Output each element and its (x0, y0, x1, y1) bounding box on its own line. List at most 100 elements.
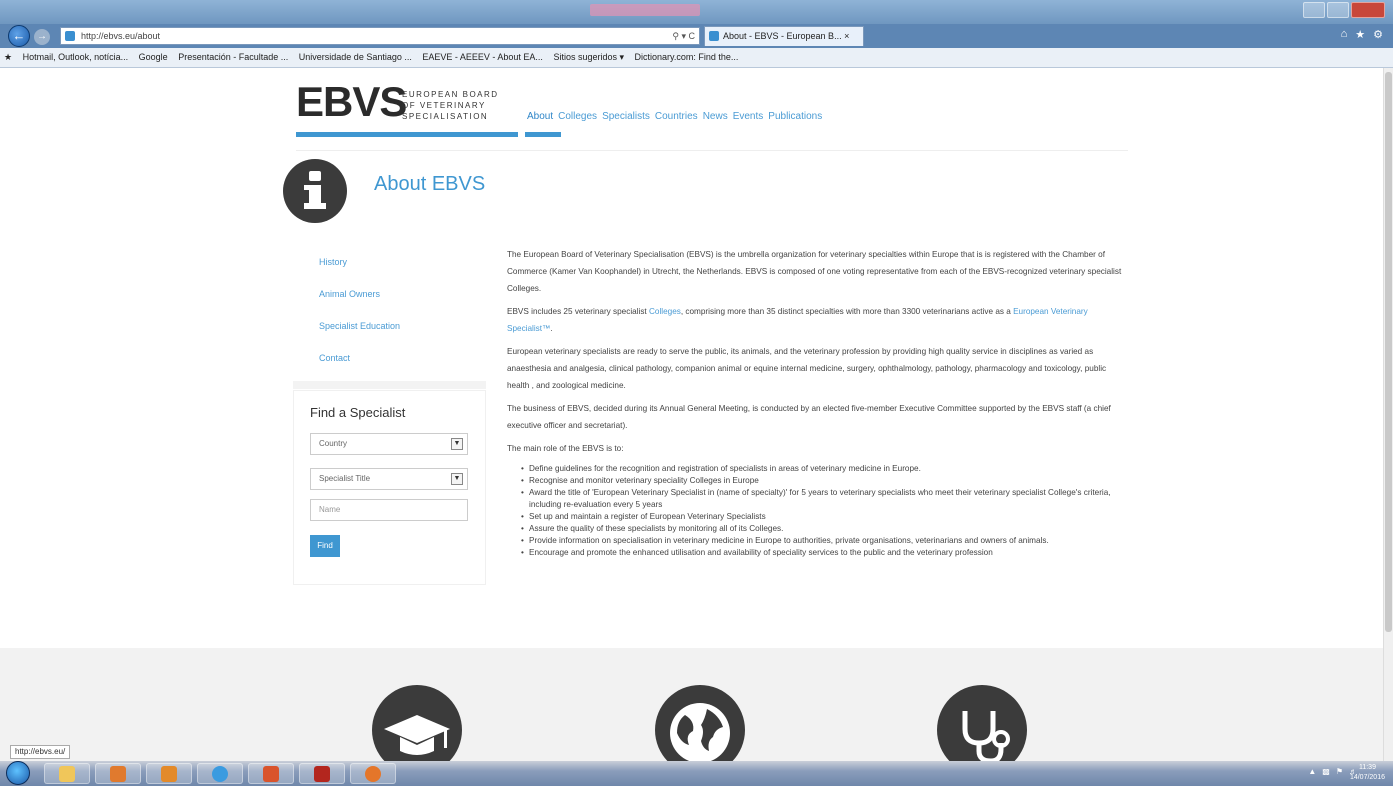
globe-icon[interactable] (655, 685, 745, 761)
favorite-link[interactable]: Hotmail, Outlook, notícia... (23, 52, 129, 62)
close-button[interactable] (1351, 2, 1385, 18)
window-titlebar (0, 0, 1393, 24)
tab-title: About - EBVS - European B... (723, 31, 842, 41)
taskbar-item-firefox[interactable] (350, 763, 396, 784)
sidebar-item-contact[interactable]: Contact (293, 344, 486, 376)
colleges-link[interactable]: Colleges (649, 307, 681, 316)
list-item: Define guidelines for the recognition an… (521, 463, 1127, 475)
sidebar-item-animal-owners[interactable]: Animal Owners (293, 280, 486, 312)
chevron-down-icon[interactable]: ▼ (451, 473, 463, 485)
chevron-down-icon[interactable]: ▼ (451, 438, 463, 450)
tab-favicon-icon (709, 31, 719, 41)
paragraph: The main role of the EBVS is to: (507, 444, 624, 453)
forward-button[interactable]: → (34, 29, 50, 45)
favorite-link[interactable]: Sitios sugeridos ▾ (553, 52, 624, 62)
vertical-scrollbar[interactable] (1383, 68, 1393, 761)
star-icon[interactable]: ★ (1355, 28, 1365, 41)
web-page: EBVS EUROPEAN BOARD OF VETERINARY SPECIA… (0, 68, 1393, 761)
start-button[interactable] (6, 761, 36, 786)
paragraph: The European Board of Veterinary Special… (507, 250, 1122, 293)
sidebar-menu: History Animal Owners Specialist Educati… (293, 240, 486, 382)
address-tools-icon[interactable]: ⚲ ▾ C (672, 28, 695, 44)
powerpoint-icon (263, 766, 279, 782)
taskbar-item-ie[interactable] (197, 763, 243, 784)
ebvs-logo[interactable]: EBVS EUROPEAN BOARD OF VETERINARY SPECIA… (296, 78, 522, 137)
nav-events[interactable]: Events (733, 111, 764, 122)
paragraph: The business of EBVS, decided during its… (507, 404, 1111, 430)
list-item: Provide information on specialisation in… (521, 535, 1127, 547)
scrollbar-thumb[interactable] (1385, 72, 1392, 632)
address-bar[interactable]: http://ebvs.eu/about ⚲ ▾ C (60, 27, 700, 45)
favorites-star-icon[interactable]: ★ (4, 52, 12, 62)
browser-tab[interactable]: About - EBVS - European B... × (704, 26, 864, 46)
logo-line: SPECIALISATION (402, 112, 489, 121)
active-nav-indicator (525, 132, 561, 137)
name-input[interactable]: Name (310, 499, 468, 521)
header-divider (296, 150, 1128, 151)
sidebar-item-specialist-education[interactable]: Specialist Education (293, 312, 486, 344)
taskbar-item-acrobat[interactable] (299, 763, 345, 784)
status-url: http://ebvs.eu/ (10, 745, 71, 759)
favorite-link[interactable]: EAEVE - AEEEV - About EA... (422, 52, 543, 62)
nav-colleges[interactable]: Colleges (558, 111, 597, 122)
nav-publications[interactable]: Publications (768, 111, 822, 122)
favorite-link[interactable]: Dictionary.com: Find the... (635, 52, 739, 62)
stethoscope-icon[interactable] (937, 685, 1027, 761)
clock-date: 14/07/2016 (1349, 774, 1385, 781)
nav-news[interactable]: News (703, 111, 728, 122)
media-icon (110, 766, 126, 782)
logo-wordmark: EBVS (296, 78, 407, 125)
sidebar-separator (293, 381, 486, 389)
window-controls (1303, 2, 1385, 18)
nav-specialists[interactable]: Specialists (602, 111, 650, 122)
flag-icon[interactable]: ⚑ (1336, 767, 1343, 776)
firefox-icon (365, 766, 381, 782)
minimize-button[interactable] (1303, 2, 1325, 18)
back-button[interactable]: ← (8, 25, 30, 47)
network-icon[interactable]: ▩ (1322, 767, 1330, 776)
folder-icon (59, 766, 75, 782)
gear-icon[interactable]: ⚙ (1373, 28, 1383, 41)
acrobat-icon (314, 766, 330, 782)
clock-time: 11:39 (1358, 764, 1376, 771)
sidebar-item-history[interactable]: History (293, 248, 486, 280)
main-content: The European Board of Veterinary Special… (507, 246, 1127, 558)
list-item: Encourage and promote the enhanced utili… (521, 547, 1127, 559)
nav-about[interactable]: About (527, 111, 553, 122)
paragraph: European veterinary specialists are read… (507, 347, 1107, 390)
country-select[interactable]: Country ▼ (310, 433, 468, 455)
maximize-button[interactable] (1327, 2, 1349, 18)
taskbar-item-media[interactable] (95, 763, 141, 784)
taskbar-item-explorer[interactable] (44, 763, 90, 784)
favorites-bar: ★ Hotmail, Outlook, notícia... Google Pr… (0, 48, 1393, 68)
specialist-title-select[interactable]: Specialist Title ▼ (310, 468, 468, 490)
country-select-value: Country (319, 439, 348, 448)
internet-explorer-icon (212, 766, 228, 782)
outlook-icon (161, 766, 177, 782)
find-button[interactable]: Find (310, 535, 340, 557)
nav-countries[interactable]: Countries (655, 111, 698, 122)
favorite-link[interactable]: Universidade de Santiago ... (299, 52, 412, 62)
paragraph-text: EBVS includes 25 veterinary specialist (507, 307, 649, 316)
favorite-link[interactable]: Google (139, 52, 168, 62)
taskbar-item-outlook[interactable] (146, 763, 192, 784)
info-icon (283, 159, 347, 223)
taskbar: ▲ ▩ ⚑ ♬ 11:39 14/07/2016 (0, 761, 1393, 786)
main-nav: About Colleges Specialists Countries New… (527, 111, 822, 122)
paragraph-text: , comprising more than 35 distinct speci… (680, 307, 1014, 316)
titlebar-highlight (590, 4, 700, 16)
browser-toolbar-icons: ⌂ ★ ⚙ (1341, 28, 1383, 41)
taskbar-item-powerpoint[interactable] (248, 763, 294, 784)
favorite-link[interactable]: Presentación - Facultade ... (178, 52, 288, 62)
list-item: Assure the quality of these specialists … (521, 523, 1127, 535)
sidebar: History Animal Owners Specialist Educati… (293, 240, 486, 585)
roles-list: Define guidelines for the recognition an… (507, 463, 1127, 558)
clock[interactable]: 11:39 14/07/2016 (1350, 763, 1385, 783)
list-item: Recognise and monitor veterinary special… (521, 475, 1127, 487)
specialist-title-select-value: Specialist Title (319, 474, 371, 483)
graduation-cap-icon[interactable] (372, 685, 462, 761)
tray-arrow-icon[interactable]: ▲ (1308, 767, 1316, 776)
logo-line: EUROPEAN BOARD (402, 90, 499, 99)
home-icon[interactable]: ⌂ (1341, 28, 1348, 41)
paragraph-text: . (550, 324, 553, 333)
